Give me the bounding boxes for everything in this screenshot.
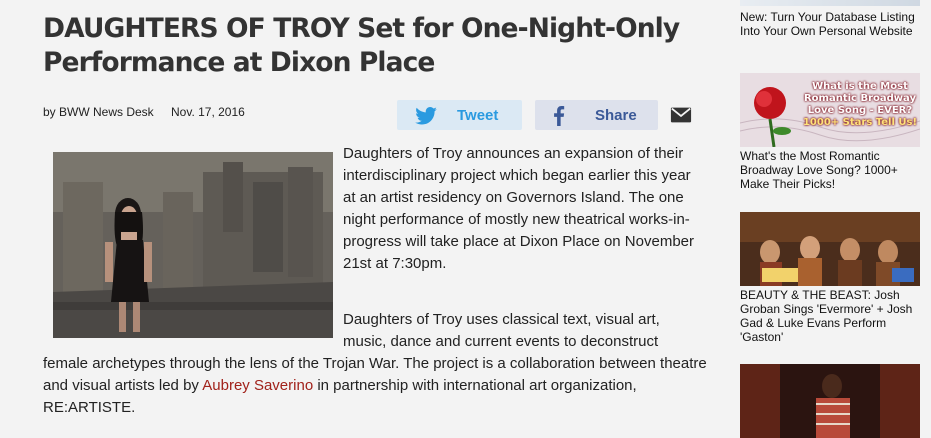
thumb-text: 1000+ Stars Tell Us! [802,117,918,128]
article-paragraph-1: Daughters of Troy announces an expansion… [343,145,694,272]
sidebar-thumbnail[interactable]: What is the Most Romantic Broadway Love … [740,73,920,147]
tweet-label: Tweet [457,106,499,124]
sidebar-item-performance[interactable] [740,364,920,438]
article-paragraph-2-start: Daughters of Troy uses classical text, v… [343,311,660,350]
article-date: Nov. 17, 2016 [171,105,245,119]
aubrey-saverino-link[interactable]: Aubrey Saverino [202,377,313,394]
sidebar-item-love-song[interactable]: What is the Most Romantic Broadway Love … [740,73,920,191]
twitter-icon [415,107,437,125]
thumb-text: What is the Most [812,81,908,92]
facebook-icon [554,106,565,126]
sidebar-caption[interactable]: BEAUTY & THE BEAST: Josh Groban Sings 'E… [740,288,920,344]
facebook-share-button[interactable]: Share [535,100,658,130]
sidebar-item-beauty-beast[interactable]: BEAUTY & THE BEAST: Josh Groban Sings 'E… [740,212,920,344]
article-main: DAUGHTERS OF TROY Set for One-Night-Only… [0,0,722,433]
thumb-text: Romantic Broadway [803,93,916,104]
tweet-button[interactable]: Tweet [397,100,522,130]
article-paragraph-2-rest: female archetypes through the lens of th… [43,353,713,419]
article-photo [53,152,333,338]
thumb-text: Love Song - EVER? [807,105,913,116]
sidebar-caption[interactable]: New: Turn Your Database Listing Into You… [740,10,920,38]
sidebar-item-database[interactable]: New: Turn Your Database Listing Into You… [740,0,920,38]
share-label: Share [595,106,637,124]
email-icon[interactable] [670,104,692,126]
sidebar-thumbnail[interactable] [740,0,920,6]
sidebar: New: Turn Your Database Listing Into You… [722,0,931,438]
sidebar-caption[interactable]: What's the Most Romantic Broadway Love S… [740,149,920,191]
article-headline: DAUGHTERS OF TROY Set for One-Night-Only… [43,13,680,78]
article-byline[interactable]: by BWW News Desk [43,105,154,119]
sidebar-thumbnail[interactable] [740,364,920,438]
sidebar-thumbnail[interactable] [740,212,920,286]
